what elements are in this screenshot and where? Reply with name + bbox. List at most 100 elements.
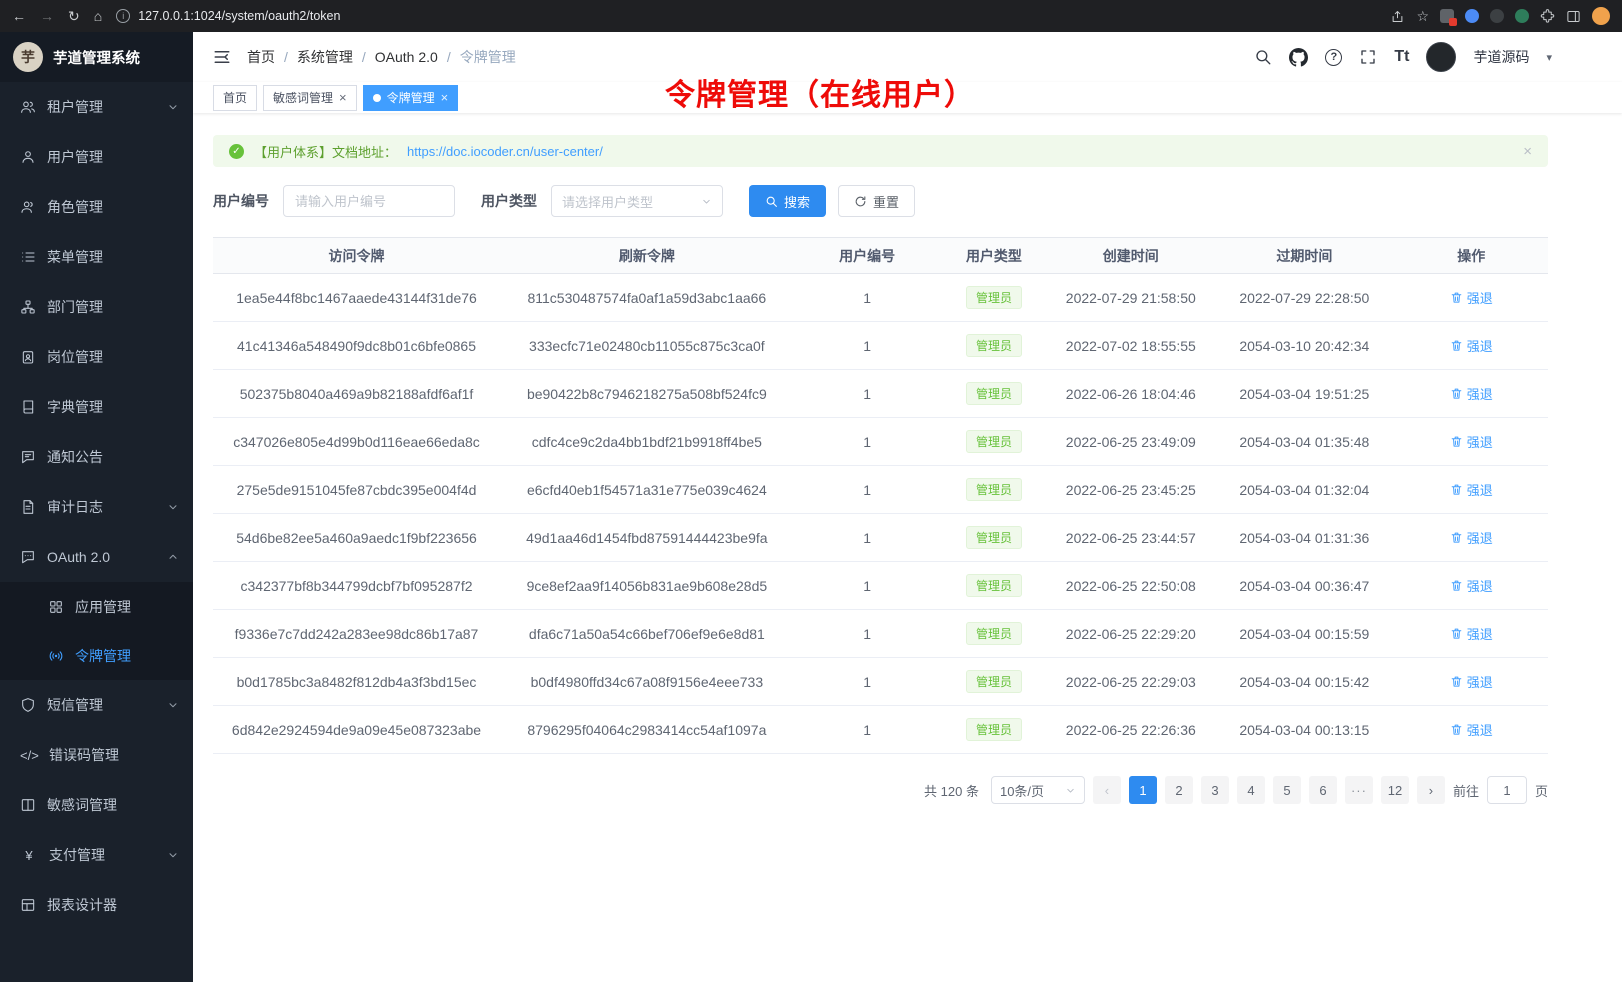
- app-brand: 芋 芋道管理系统: [0, 32, 193, 82]
- sidebar-item-error-code[interactable]: </> 错误码管理: [0, 730, 193, 780]
- tab-home[interactable]: 首页: [213, 85, 257, 111]
- trash-icon: [1450, 435, 1463, 448]
- token-table: 访问令牌 刷新令牌 用户编号 用户类型 创建时间 过期时间 操作 1ea5e44…: [213, 237, 1548, 754]
- sidebar-item-post[interactable]: 岗位管理: [0, 332, 193, 382]
- extension-icon-blue[interactable]: [1465, 9, 1479, 23]
- goto-page-input[interactable]: [1487, 776, 1527, 804]
- sidebar-item-oauth[interactable]: OAuth 2.0: [0, 532, 193, 582]
- font-size-icon[interactable]: Tt: [1394, 48, 1409, 66]
- goto-label: 前往: [1453, 781, 1479, 800]
- sidebar-item-payment[interactable]: ¥ 支付管理: [0, 830, 193, 880]
- alert-doc-link[interactable]: https://doc.iocoder.cn/user-center/: [407, 144, 603, 159]
- breadcrumb-home[interactable]: 首页: [247, 47, 275, 67]
- sidebar-item-menu[interactable]: 菜单管理: [0, 232, 193, 282]
- browser-profile-avatar[interactable]: [1592, 7, 1610, 25]
- site-info-icon[interactable]: i: [116, 9, 130, 23]
- sidebar-item-sms[interactable]: 短信管理: [0, 680, 193, 730]
- user-type-select[interactable]: 请选择用户类型: [551, 185, 723, 217]
- close-icon[interactable]: ×: [339, 91, 347, 104]
- force-logout-button[interactable]: 强退: [1450, 576, 1493, 595]
- prev-page-button[interactable]: ‹: [1093, 776, 1121, 804]
- navbar: 首页 / 系统管理 / OAuth 2.0 / 令牌管理 ? Tt 芋道源码 ▾: [193, 32, 1622, 82]
- page-button-12[interactable]: 12: [1381, 776, 1409, 804]
- force-logout-button[interactable]: 强退: [1450, 336, 1493, 355]
- pagination-ellipsis[interactable]: ···: [1345, 776, 1373, 804]
- sidebar-item-audit-log[interactable]: 审计日志: [0, 482, 193, 532]
- app-grid-icon: [48, 599, 64, 615]
- page-size-select[interactable]: 10条/页: [991, 776, 1085, 804]
- sidebar-item-user[interactable]: 用户管理: [0, 132, 193, 182]
- sidebar-item-dept[interactable]: 部门管理: [0, 282, 193, 332]
- page-button-3[interactable]: 3: [1201, 776, 1229, 804]
- sidebar-item-dict[interactable]: 字典管理: [0, 382, 193, 432]
- browser-back-icon[interactable]: ←: [12, 9, 26, 23]
- force-logout-button[interactable]: 强退: [1450, 672, 1493, 691]
- sidebar-item-tenant[interactable]: 租户管理: [0, 82, 193, 132]
- extension-icon-green[interactable]: [1515, 9, 1529, 23]
- col-user-type: 用户类型: [941, 238, 1048, 274]
- help-icon[interactable]: ?: [1325, 49, 1342, 66]
- search-button[interactable]: 搜索: [749, 185, 826, 217]
- sidebar-item-report-designer[interactable]: 报表设计器: [0, 880, 193, 930]
- payment-yen-icon: ¥: [20, 848, 38, 863]
- user-type-badge: 管理员: [966, 670, 1022, 693]
- user-type-badge: 管理员: [966, 718, 1022, 741]
- success-check-icon: ✓: [229, 144, 244, 159]
- breadcrumb-oauth[interactable]: OAuth 2.0: [375, 49, 438, 65]
- sidebar-item-oauth-app[interactable]: 应用管理: [0, 582, 193, 631]
- user-type-badge: 管理员: [966, 334, 1022, 357]
- search-icon[interactable]: [1254, 48, 1272, 66]
- breadcrumb-system[interactable]: 系统管理: [297, 47, 353, 67]
- fullscreen-icon[interactable]: [1359, 48, 1377, 66]
- bookmark-star-icon[interactable]: ☆: [1416, 9, 1429, 23]
- sidebar-item-sensitive-word[interactable]: 敏感词管理: [0, 780, 193, 830]
- table-row: 1ea5e44f8bc1467aaede43144f31de76 811c530…: [213, 274, 1548, 322]
- puzzle-icon[interactable]: [1540, 9, 1555, 24]
- page-button-5[interactable]: 5: [1273, 776, 1301, 804]
- notice-chat-icon: [20, 449, 36, 465]
- filter-user-type: 用户类型 请选择用户类型: [481, 185, 723, 217]
- address-bar[interactable]: i 127.0.0.1:1024/system/oauth2/token: [116, 9, 1376, 23]
- force-logout-button[interactable]: 强退: [1450, 720, 1493, 739]
- page-button-6[interactable]: 6: [1309, 776, 1337, 804]
- user-menu-caret-icon[interactable]: ▾: [1546, 51, 1552, 64]
- page-button-2[interactable]: 2: [1165, 776, 1193, 804]
- user-avatar[interactable]: [1426, 42, 1456, 72]
- close-icon[interactable]: ×: [441, 91, 449, 104]
- sidebar-item-role[interactable]: 角色管理: [0, 182, 193, 232]
- browser-reload-icon[interactable]: ↻: [68, 9, 80, 23]
- browser-forward-icon[interactable]: →: [40, 9, 54, 23]
- force-logout-button[interactable]: 强退: [1450, 384, 1493, 403]
- force-logout-button[interactable]: 强退: [1450, 528, 1493, 547]
- sms-shield-icon: [20, 697, 36, 713]
- page-button-1[interactable]: 1: [1129, 776, 1157, 804]
- user-name[interactable]: 芋道源码: [1473, 47, 1529, 67]
- table-row: 54d6be82ee5a460a9aedc1f9bf223656 49d1aa4…: [213, 514, 1548, 562]
- reset-button[interactable]: 重置: [838, 185, 915, 217]
- force-logout-button[interactable]: 强退: [1450, 624, 1493, 643]
- force-logout-button[interactable]: 强退: [1450, 432, 1493, 451]
- page-button-4[interactable]: 4: [1237, 776, 1265, 804]
- next-page-button[interactable]: ›: [1417, 776, 1445, 804]
- extension-icon-badged[interactable]: [1440, 9, 1454, 23]
- side-panel-icon[interactable]: [1566, 9, 1581, 24]
- share-icon[interactable]: [1390, 9, 1405, 24]
- sidebar-item-notice[interactable]: 通知公告: [0, 432, 193, 482]
- alert-close-icon[interactable]: ×: [1523, 143, 1532, 160]
- chevron-up-icon: [167, 551, 179, 563]
- browser-home-icon[interactable]: ⌂: [94, 9, 102, 23]
- github-icon[interactable]: [1289, 48, 1308, 67]
- force-logout-button[interactable]: 强退: [1450, 480, 1493, 499]
- user-id-input[interactable]: [283, 185, 455, 217]
- chevron-down-icon: [167, 501, 179, 513]
- tab-token[interactable]: 令牌管理 ×: [363, 85, 459, 111]
- collapse-sidebar-icon[interactable]: [213, 48, 231, 66]
- pagination-total: 共 120 条: [924, 781, 979, 800]
- sensitive-word-columns-icon: [20, 797, 36, 813]
- sidebar-item-oauth-token[interactable]: 令牌管理: [0, 631, 193, 680]
- force-logout-button[interactable]: 强退: [1450, 288, 1493, 307]
- pagination: 共 120 条 10条/页 ‹ 1 2 3 4 5 6 ··· 12 › 前往 …: [213, 776, 1548, 804]
- tab-sensitive-word[interactable]: 敏感词管理 ×: [263, 85, 357, 111]
- table-row: b0d1785bc3a8482f812db4a3f3bd15ec b0df498…: [213, 658, 1548, 706]
- extension-icon-dark1[interactable]: [1490, 9, 1504, 23]
